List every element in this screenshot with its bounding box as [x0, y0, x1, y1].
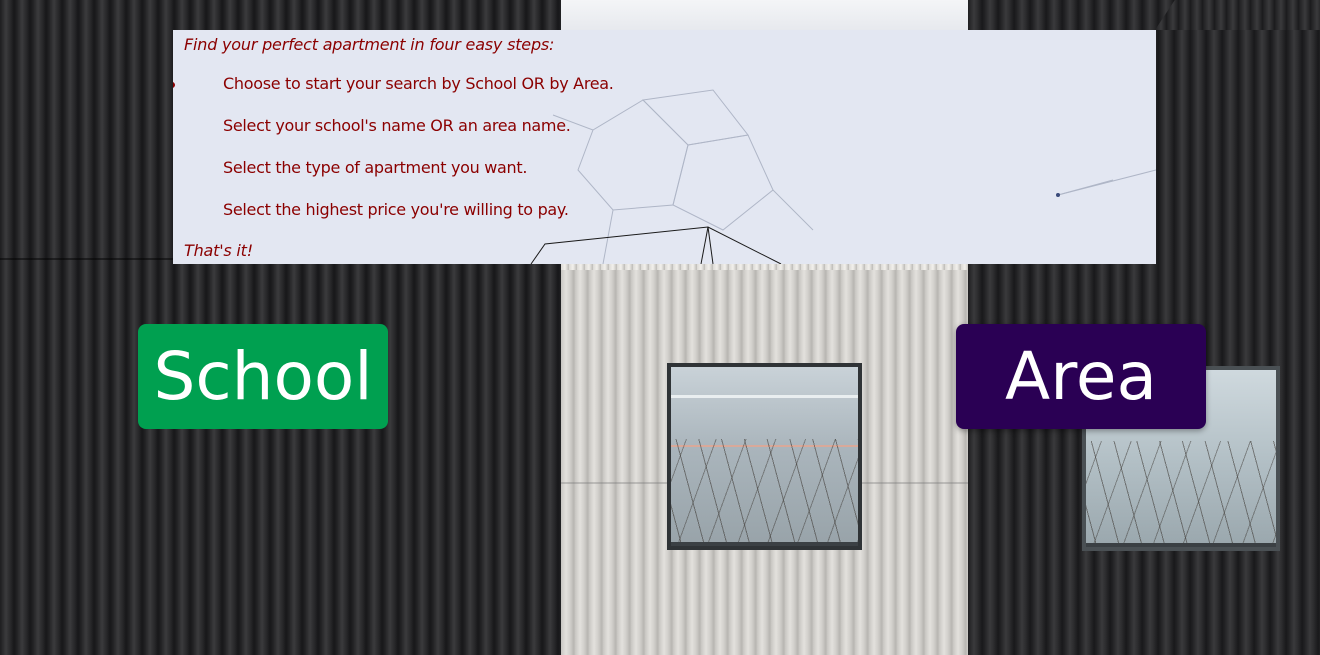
bullet-dot-icon — [173, 82, 175, 88]
step-item: Select your school's name OR an area nam… — [173, 116, 614, 158]
step-item: Select the highest price you're willing … — [173, 200, 614, 242]
roof-edge — [1155, 0, 1320, 30]
search-by-area-button[interactable]: Area — [956, 324, 1206, 429]
step-text: Select the highest price you're willing … — [223, 200, 569, 219]
step-item: Choose to start your search by School OR… — [173, 74, 614, 116]
instructions-panel: Find your perfect apartment in four easy… — [173, 30, 1156, 264]
step-text: Select the type of apartment you want. — [223, 158, 528, 177]
step-text: Choose to start your search by School OR… — [223, 74, 614, 93]
instructions-intro: Find your perfect apartment in four easy… — [184, 35, 555, 54]
steps-list: Choose to start your search by School OR… — [173, 74, 614, 242]
instructions-outro: That's it! — [184, 241, 253, 260]
step-item: Select the type of apartment you want. — [173, 158, 614, 200]
search-by-school-button[interactable]: School — [138, 324, 388, 429]
step-text: Select your school's name OR an area nam… — [223, 116, 571, 135]
building-window-center — [667, 363, 862, 550]
